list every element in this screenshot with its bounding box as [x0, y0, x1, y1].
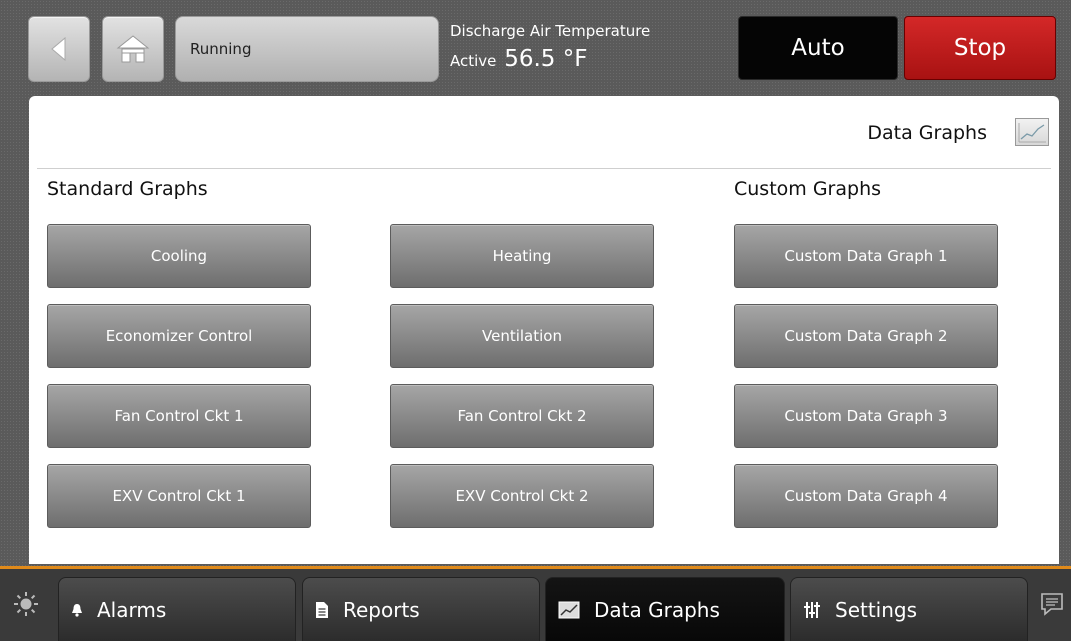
- graph-button-custom-3[interactable]: Custom Data Graph 3: [734, 384, 998, 448]
- graph-button-custom-2[interactable]: Custom Data Graph 2: [734, 304, 998, 368]
- graph-button-exv-control-ckt-2[interactable]: EXV Control Ckt 2: [390, 464, 654, 528]
- data-graphs-panel: Data Graphs Standard Graphs Custom Graph…: [29, 96, 1059, 564]
- tab-label: Settings: [835, 597, 918, 622]
- custom-graphs-heading: Custom Graphs: [734, 178, 882, 200]
- graph-button-ventilation[interactable]: Ventilation: [390, 304, 654, 368]
- back-arrow-icon: [51, 36, 66, 62]
- stop-button[interactable]: Stop: [904, 16, 1056, 80]
- document-icon: [315, 601, 329, 619]
- graph-button-heating[interactable]: Heating: [390, 224, 654, 288]
- graph-button-label: Fan Control Ckt 1: [114, 407, 244, 425]
- brightness-icon[interactable]: [13, 591, 39, 617]
- graph-button-custom-4[interactable]: Custom Data Graph 4: [734, 464, 998, 528]
- point-value: 56.5 °F: [504, 46, 588, 72]
- chart-icon: [1015, 118, 1049, 146]
- tab-label: Alarms: [97, 597, 167, 622]
- graph-button-custom-1[interactable]: Custom Data Graph 1: [734, 224, 998, 288]
- bell-icon: [71, 603, 83, 617]
- graph-button-label: EXV Control Ckt 2: [455, 487, 589, 505]
- graph-button-label: Custom Data Graph 2: [784, 327, 948, 345]
- auto-button[interactable]: Auto: [738, 16, 898, 80]
- graph-button-fan-control-ckt-1[interactable]: Fan Control Ckt 1: [47, 384, 311, 448]
- point-state: Active: [450, 52, 497, 70]
- sliders-icon: [803, 601, 821, 619]
- graph-button-label: Custom Data Graph 1: [784, 247, 948, 265]
- unit-status-text: Running: [190, 40, 252, 58]
- graph-button-label: Ventilation: [482, 327, 562, 345]
- graph-button-label: EXV Control Ckt 1: [112, 487, 246, 505]
- tab-settings[interactable]: Settings: [790, 577, 1028, 641]
- stop-label: Stop: [953, 35, 1007, 61]
- graph-button-label: Economizer Control: [105, 327, 253, 345]
- tab-data-graphs[interactable]: Data Graphs: [545, 577, 785, 641]
- chat-icon[interactable]: [1039, 591, 1065, 617]
- home-icon: [116, 35, 150, 63]
- graph-button-label: Custom Data Graph 3: [784, 407, 948, 425]
- graph-button-economizer-control[interactable]: Economizer Control: [47, 304, 311, 368]
- tab-reports[interactable]: Reports: [302, 577, 540, 641]
- point-value-line: Active 56.5 °F: [450, 46, 587, 72]
- graph-button-label: Cooling: [150, 247, 208, 265]
- graph-button-label: Heating: [492, 247, 552, 265]
- graph-button-exv-control-ckt-1[interactable]: EXV Control Ckt 1: [47, 464, 311, 528]
- auto-label: Auto: [791, 35, 845, 61]
- unit-status-display[interactable]: Running: [175, 16, 439, 82]
- back-button[interactable]: [28, 16, 90, 82]
- graph-button-label: Custom Data Graph 4: [784, 487, 948, 505]
- point-label: Discharge Air Temperature: [450, 22, 651, 40]
- bottom-nav-bar: Alarms Reports Data Graphs Settings: [0, 569, 1071, 641]
- tab-alarms[interactable]: Alarms: [58, 577, 296, 641]
- tab-label: Data Graphs: [594, 597, 720, 622]
- tab-label: Reports: [343, 597, 420, 622]
- panel-title: Data Graphs: [867, 122, 987, 144]
- home-button[interactable]: [102, 16, 164, 82]
- chart-icon: [558, 601, 580, 619]
- graph-button-cooling[interactable]: Cooling: [47, 224, 311, 288]
- standard-graphs-heading: Standard Graphs: [47, 178, 208, 200]
- graph-button-fan-control-ckt-2[interactable]: Fan Control Ckt 2: [390, 384, 654, 448]
- top-bar: Running Discharge Air Temperature Active…: [0, 0, 1071, 92]
- graph-button-label: Fan Control Ckt 2: [457, 407, 587, 425]
- panel-divider: [37, 168, 1051, 169]
